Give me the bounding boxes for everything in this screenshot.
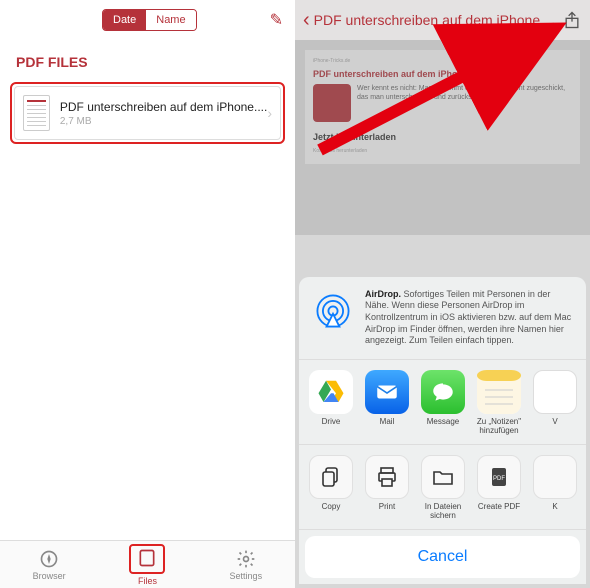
- pdf-thumb-icon: [23, 95, 50, 131]
- share-more[interactable]: V: [527, 370, 583, 434]
- tab-settings[interactable]: Settings: [197, 541, 295, 588]
- document-preview: iPhone-Tricks.de PDF unterschreiben auf …: [295, 40, 590, 235]
- file-name: PDF unterschreiben auf dem iPhone....: [60, 100, 267, 114]
- action-copy[interactable]: Copy: [303, 455, 359, 519]
- message-icon: [430, 379, 456, 405]
- airdrop-icon: [311, 289, 355, 333]
- cancel-button[interactable]: Cancel: [305, 536, 580, 578]
- action-print[interactable]: Print: [359, 455, 415, 519]
- tab-bar: Browser Files Settings: [0, 540, 295, 588]
- sort-date-button[interactable]: Date: [103, 10, 146, 30]
- apps-row[interactable]: Drive Mail Message Zu „Notizen" hinzufüg…: [299, 360, 586, 445]
- file-meta: PDF unterschreiben auf dem iPhone.... 2,…: [60, 100, 267, 127]
- action-label: In Dateien sichern: [415, 503, 471, 519]
- action-save-files[interactable]: In Dateien sichern: [415, 455, 471, 519]
- top-toolbar: Date Name ✎: [0, 0, 295, 40]
- app-label: Message: [427, 418, 459, 434]
- action-create-pdf[interactable]: PDF Create PDF: [471, 455, 527, 519]
- folder-icon: [431, 465, 455, 489]
- copy-icon: [319, 465, 343, 489]
- action-label: Print: [379, 503, 395, 519]
- airdrop-text: AirDrop. Sofortiges Teilen mit Personen …: [365, 289, 574, 347]
- section-title: PDF FILES: [0, 40, 295, 78]
- files-icon: [137, 548, 157, 568]
- sort-name-button[interactable]: Name: [146, 10, 195, 30]
- nav-bar: ‹ PDF unterschreiben auf dem iPhone...: [295, 0, 590, 40]
- action-more[interactable]: K: [527, 455, 583, 519]
- gear-icon: [236, 549, 256, 569]
- actions-row[interactable]: Copy Print In Dateien sichern PDF Create…: [299, 445, 586, 530]
- action-label: K: [552, 503, 557, 519]
- tab-label: Settings: [230, 571, 263, 581]
- share-screen: ‹ PDF unterschreiben auf dem iPhone... i…: [295, 0, 590, 588]
- notes-icon: [477, 370, 521, 414]
- file-row[interactable]: PDF unterschreiben auf dem iPhone.... 2,…: [14, 86, 281, 140]
- file-row-highlight: PDF unterschreiben auf dem iPhone.... 2,…: [10, 82, 285, 144]
- nav-title: PDF unterschreiben auf dem iPhone...: [314, 12, 562, 28]
- app-label: Drive: [322, 418, 341, 434]
- drive-icon: [316, 377, 346, 407]
- app-label: Zu „Notizen" hinzufügen: [471, 418, 527, 434]
- print-icon: [375, 465, 399, 489]
- tab-label: Files: [138, 576, 157, 586]
- doc-heading: PDF unterschreiben auf dem iPhone: [313, 69, 572, 81]
- mail-icon: [374, 379, 400, 405]
- doc-site: iPhone-Tricks.de: [313, 58, 572, 65]
- sort-segmented[interactable]: Date Name: [102, 9, 197, 31]
- doc-blurb: Wer kennt es nicht: Man bekommt ein PDF-…: [357, 84, 572, 122]
- share-icon[interactable]: [562, 10, 582, 30]
- doc-sub: Kostenlos herunterladen: [313, 148, 572, 155]
- share-drive[interactable]: Drive: [303, 370, 359, 434]
- action-label: Copy: [322, 503, 341, 519]
- tab-label: Browser: [33, 571, 66, 581]
- files-screen: Date Name ✎ PDF FILES PDF unterschreiben…: [0, 0, 295, 588]
- edit-icon[interactable]: ✎: [270, 10, 283, 30]
- file-size: 2,7 MB: [60, 116, 267, 127]
- share-message[interactable]: Message: [415, 370, 471, 434]
- airdrop-row[interactable]: AirDrop. Sofortiges Teilen mit Personen …: [299, 277, 586, 360]
- tab-files[interactable]: Files: [98, 541, 196, 588]
- compass-icon: [39, 549, 59, 569]
- doc-image: [313, 84, 351, 122]
- app-label: V: [552, 418, 557, 434]
- share-notes[interactable]: Zu „Notizen" hinzufügen: [471, 370, 527, 434]
- action-label: Create PDF: [478, 503, 520, 519]
- share-mail[interactable]: Mail: [359, 370, 415, 434]
- svg-text:PDF: PDF: [493, 476, 505, 482]
- pdf-icon: PDF: [487, 465, 511, 489]
- doc-subheading: Jetzt herunterladen: [313, 132, 572, 144]
- chevron-right-icon: ›: [267, 105, 272, 121]
- tab-browser[interactable]: Browser: [0, 541, 98, 588]
- app-label: Mail: [380, 418, 395, 434]
- share-sheet: AirDrop. Sofortiges Teilen mit Personen …: [299, 277, 586, 584]
- back-icon[interactable]: ‹: [303, 9, 310, 32]
